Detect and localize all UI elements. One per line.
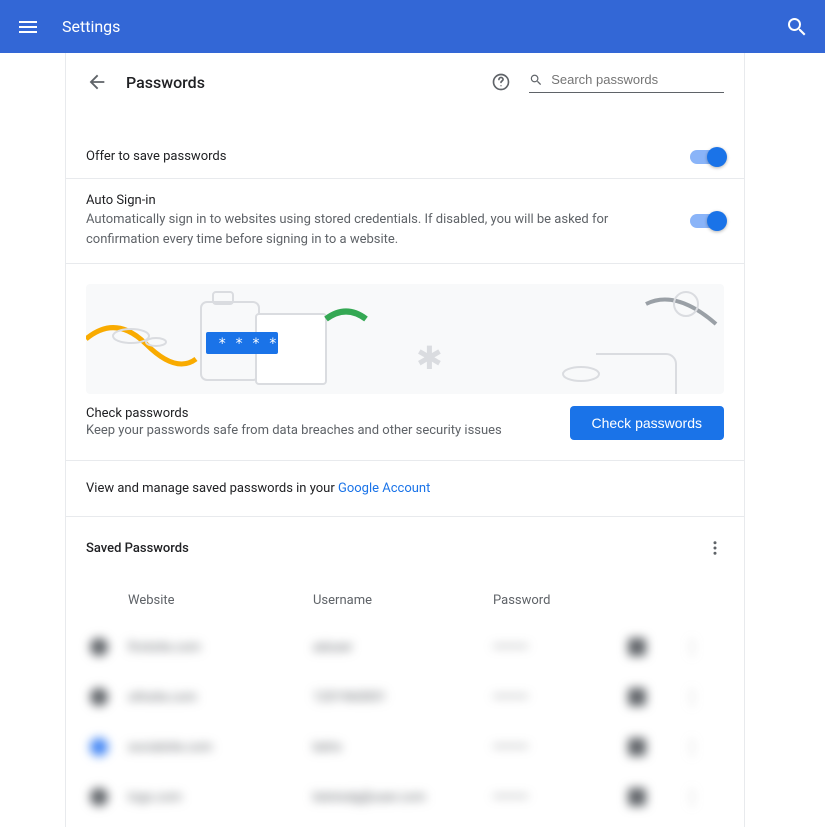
app-title: Settings xyxy=(62,17,120,36)
search-small-icon xyxy=(529,72,543,88)
google-account-link[interactable]: Google Account xyxy=(338,481,430,496)
pass-cell: •••••••• xyxy=(493,640,628,655)
show-password-icon[interactable] xyxy=(628,638,646,656)
search-icon[interactable] xyxy=(785,15,809,39)
offer-to-save-toggle[interactable] xyxy=(690,150,724,164)
svg-text:✱: ✱ xyxy=(416,339,443,377)
site-cell: logs.com xyxy=(128,790,313,805)
header-username: Username xyxy=(313,593,493,608)
row-more-icon[interactable]: ⋮ xyxy=(683,737,723,758)
site-cell: socialsite.com xyxy=(128,740,313,755)
auto-signin-description: Automatically sign in to websites using … xyxy=(86,210,670,249)
row-more-icon[interactable]: ⋮ xyxy=(683,787,723,808)
pass-cell: •••••••• xyxy=(493,790,628,805)
table-row[interactable]: socialsite.com bdrix •••••••• ⋮ xyxy=(86,722,724,772)
pass-cell: •••••••• xyxy=(493,690,628,705)
svg-text:* * * * |: * * * * | xyxy=(218,336,294,352)
table-row[interactable]: othsite.com 1201960001 •••••••• ⋮ xyxy=(86,672,724,722)
offer-to-save-row: Offer to save passwords xyxy=(66,135,744,178)
offer-to-save-label: Offer to save passwords xyxy=(86,149,670,164)
settings-card: Passwords Offer to save passwords Auto S… xyxy=(65,53,745,827)
site-cell: othsite.com xyxy=(128,690,313,705)
password-check-illustration: * * * * | ✱ xyxy=(86,284,724,394)
site-favicon xyxy=(90,788,108,806)
row-more-icon[interactable]: ⋮ xyxy=(683,687,723,708)
user-cell: bdotsdg@user.com xyxy=(313,790,493,805)
back-arrow-icon[interactable] xyxy=(86,71,108,93)
site-favicon xyxy=(90,688,108,706)
check-passwords-button[interactable]: Check passwords xyxy=(570,406,725,440)
page-header: Passwords xyxy=(66,53,744,111)
help-icon[interactable] xyxy=(491,72,511,92)
search-passwords-input[interactable] xyxy=(551,72,724,87)
pass-cell: •••••••• xyxy=(493,740,628,755)
site-cell: firstsite.com xyxy=(128,640,313,655)
user-cell: aduser xyxy=(313,640,493,655)
show-password-icon[interactable] xyxy=(628,688,646,706)
view-manage-row: View and manage saved passwords in your … xyxy=(66,460,744,516)
table-row[interactable]: firstsite.com aduser •••••••• ⋮ xyxy=(86,622,724,672)
auto-signin-toggle[interactable] xyxy=(690,214,724,228)
table-row[interactable]: logs.com bdotsdg@user.com •••••••• ⋮ xyxy=(86,772,724,822)
header-website: Website xyxy=(128,593,313,608)
row-more-icon[interactable]: ⋮ xyxy=(683,637,723,658)
page-title: Passwords xyxy=(126,73,205,92)
more-vert-icon[interactable] xyxy=(706,539,724,557)
check-passwords-title: Check passwords xyxy=(86,406,570,421)
check-passwords-subtitle: Keep your passwords safe from data breac… xyxy=(86,423,570,438)
check-passwords-section: * * * * | ✱ Check passwords Keep your pa… xyxy=(66,263,744,460)
show-password-icon[interactable] xyxy=(628,738,646,756)
view-manage-text: View and manage saved passwords in your xyxy=(86,481,338,496)
auto-signin-label: Auto Sign-in xyxy=(86,193,670,208)
saved-passwords-section: Saved Passwords Website Username Passwor… xyxy=(66,516,744,827)
auto-signin-row: Auto Sign-in Automatically sign in to we… xyxy=(66,178,744,263)
app-bar: Settings xyxy=(0,0,825,53)
header-password: Password xyxy=(493,593,628,608)
user-cell: 1201960001 xyxy=(313,690,493,705)
site-favicon xyxy=(90,738,108,756)
saved-passwords-title: Saved Passwords xyxy=(86,541,706,556)
password-table-header: Website Username Password xyxy=(86,557,724,622)
scroll-area[interactable]: Passwords Offer to save passwords Auto S… xyxy=(0,53,810,827)
show-password-icon[interactable] xyxy=(628,788,646,806)
hamburger-menu-icon[interactable] xyxy=(16,15,40,39)
search-passwords-field[interactable] xyxy=(529,72,724,93)
site-favicon xyxy=(90,638,108,656)
user-cell: bdrix xyxy=(313,740,493,755)
